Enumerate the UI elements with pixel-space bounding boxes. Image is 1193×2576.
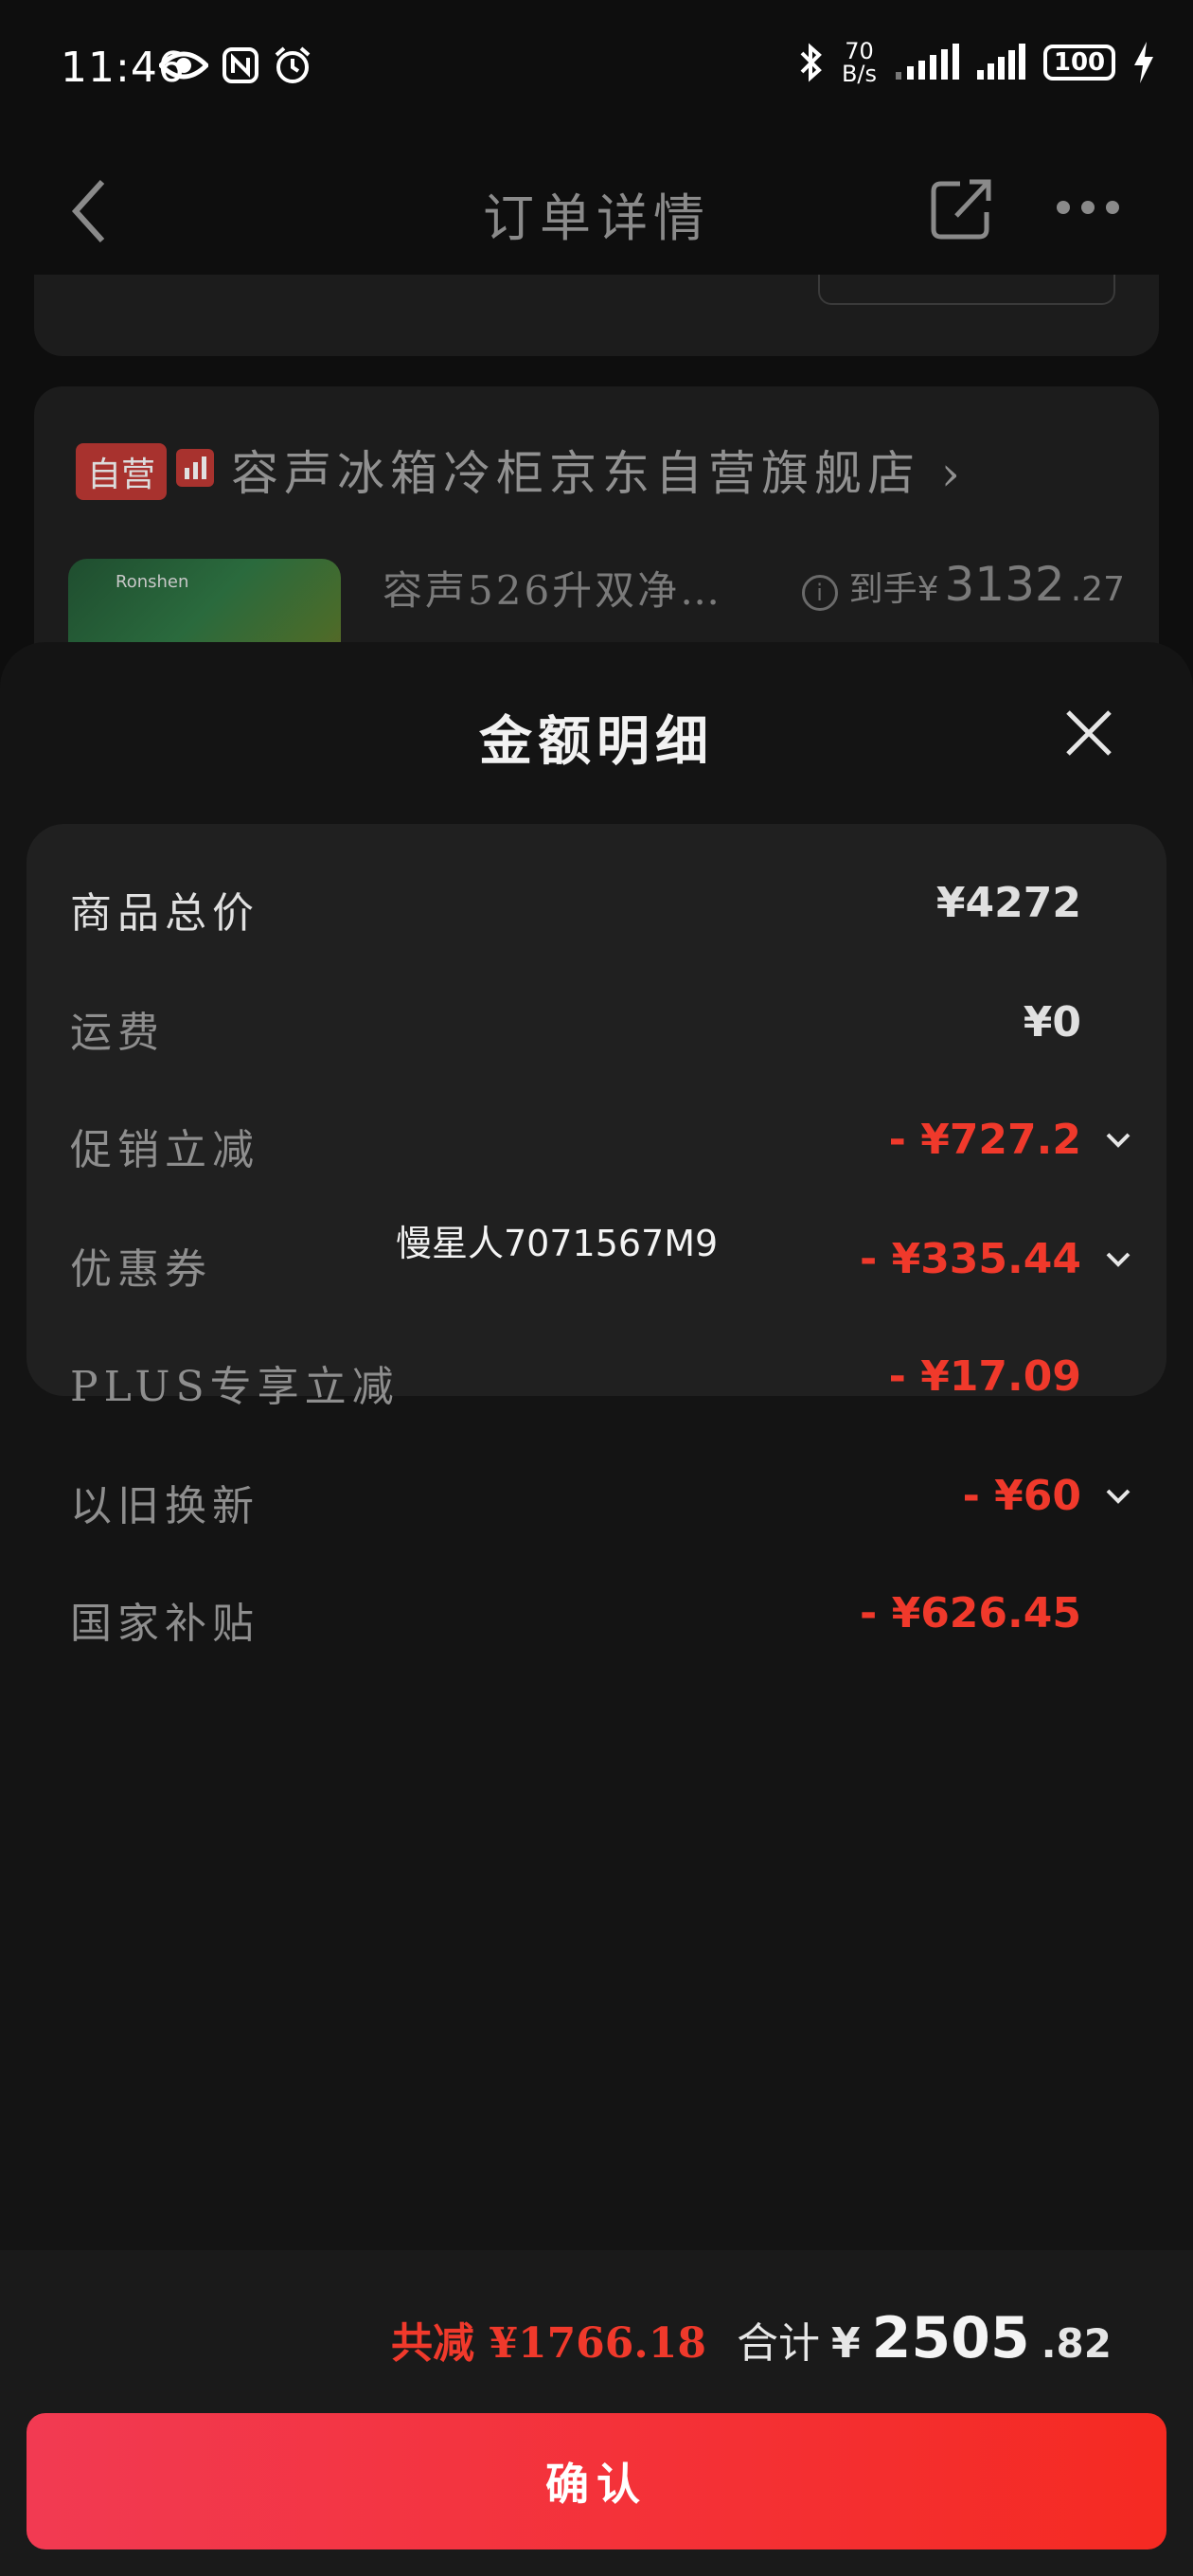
- product-name: 容声526升双净…: [383, 567, 723, 614]
- row-value: ¥4272: [935, 879, 1081, 927]
- row-value: ¥0: [1023, 998, 1081, 1046]
- chevron-down-icon[interactable]: [1104, 1125, 1132, 1154]
- more-options-icon[interactable]: [1057, 201, 1119, 214]
- price-decimal: .27: [1070, 570, 1125, 609]
- net-speed: 70 B/s: [842, 40, 877, 85]
- status-icons-left: [159, 45, 312, 85]
- row-shipping: 运费 ¥0: [70, 991, 1149, 1057]
- row-label: 商品总价: [70, 889, 259, 938]
- status-bar: 11:46 70 B/s 100: [0, 0, 1193, 142]
- user-watermark: 慢星人7071567M9: [396, 1223, 719, 1264]
- row-label: 促销立减: [70, 1126, 259, 1174]
- row-label: PLUS专享立减: [70, 1363, 400, 1411]
- sheet-title: 金额明细: [479, 710, 714, 773]
- row-trade-in[interactable]: 以旧换新 - ¥60: [70, 1464, 1149, 1530]
- row-label: 国家补贴: [70, 1600, 259, 1648]
- status-icons-right: 70 B/s 100: [798, 40, 1155, 85]
- chevron-down-icon[interactable]: [1104, 1244, 1132, 1273]
- net-speed-unit: B/s: [841, 61, 877, 87]
- store-name: 容声冰箱冷柜京东自营旗舰店: [231, 446, 920, 501]
- background-card-button: [818, 275, 1115, 305]
- total-currency: ¥: [830, 2319, 861, 2368]
- confirm-button[interactable]: 确认: [27, 2413, 1166, 2549]
- amount-detail-card: 商品总价 ¥4272 运费 ¥0 促销立减 - ¥727.2 优惠券 - ¥33…: [27, 824, 1166, 1648]
- price-prefix: 到手¥: [848, 570, 939, 609]
- row-label: 优惠券: [70, 1245, 212, 1294]
- close-icon[interactable]: [1062, 707, 1115, 760]
- row-value: - ¥626.45: [860, 1589, 1081, 1637]
- row-goods-total: 商品总价 ¥4272: [70, 871, 1149, 938]
- net-speed-value: 70: [845, 38, 874, 64]
- charging-icon: [1134, 42, 1153, 83]
- row-value: - ¥60: [962, 1472, 1081, 1520]
- self-operated-badge: 自营: [76, 443, 168, 500]
- info-icon[interactable]: i: [801, 575, 838, 611]
- alarm-icon: [275, 46, 311, 83]
- row-plus-discount: PLUS专享立减 - ¥17.09: [70, 1345, 1149, 1411]
- store-name-link[interactable]: 容声冰箱冷柜京东自营旗舰店 ›: [231, 436, 966, 504]
- row-label: 以旧换新: [70, 1482, 259, 1530]
- bottom-action-bar: 共减 ¥1766.18 合计 ¥2505.82 确认: [0, 2250, 1193, 2576]
- total-decimal: .82: [1041, 2320, 1112, 2367]
- bluetooth-icon: [800, 43, 822, 82]
- totals: 共减 ¥1766.18 合计 ¥2505.82: [391, 2305, 1112, 2371]
- nav-header: 订单详情: [0, 142, 1193, 275]
- store-level-icon: [176, 449, 214, 487]
- total-reduction: 共减 ¥1766.18: [391, 2319, 706, 2368]
- total-label: 合计: [736, 2319, 820, 2368]
- row-promotion[interactable]: 促销立减 - ¥727.2: [70, 1108, 1149, 1174]
- row-label: 运费: [70, 1009, 165, 1057]
- page-title: 订单详情: [483, 188, 710, 248]
- signal-1-icon: [896, 44, 959, 80]
- product-price: i 到手¥ 3132.27: [801, 557, 1125, 612]
- total-integer: 2505: [871, 2305, 1030, 2371]
- share-icon[interactable]: [928, 176, 994, 242]
- row-value: - ¥17.09: [888, 1352, 1081, 1401]
- signal-2-icon: [977, 44, 1025, 80]
- product-image-brand: Ronshen: [116, 572, 189, 592]
- nfc-icon: [223, 47, 258, 83]
- battery-indicator: 100: [1043, 45, 1115, 80]
- chevron-right-icon: ›: [940, 446, 966, 501]
- eye-icon: [159, 51, 208, 80]
- row-value: - ¥727.2: [888, 1116, 1081, 1164]
- row-national-subsidy: 国家补贴 - ¥626.45: [70, 1582, 1149, 1648]
- row-value: - ¥335.44: [860, 1235, 1081, 1283]
- price-integer: 3132: [944, 557, 1065, 612]
- chevron-down-icon[interactable]: [1104, 1481, 1132, 1510]
